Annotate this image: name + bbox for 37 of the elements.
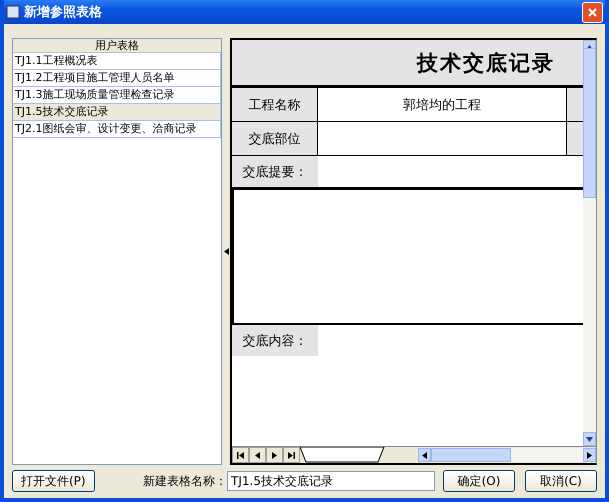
label-cell: 交底部位 — [232, 122, 318, 155]
list-item[interactable]: TJ1.2工程项目施工管理人员名单 — [13, 70, 221, 87]
last-sheet-button[interactable] — [283, 447, 300, 463]
close-button[interactable] — [582, 2, 603, 22]
cancel-button[interactable]: 取消(C) — [525, 470, 597, 492]
list-item[interactable]: TJ1.3施工现场质量管理检查记录 — [13, 87, 221, 104]
app-icon — [6, 5, 20, 19]
vertical-scrollbar[interactable] — [583, 40, 596, 446]
skip-to-end-icon — [288, 452, 295, 458]
list-header: 用户表格 — [13, 39, 221, 53]
skip-to-start-icon — [237, 452, 244, 458]
horizontal-scrollbar[interactable] — [418, 448, 596, 462]
close-icon — [588, 8, 597, 16]
previous-sheet-button[interactable] — [249, 447, 266, 463]
list-item[interactable]: TJ2.1图纸会审、设计变更、洽商记录 — [13, 121, 221, 138]
name-label: 新建表格名称： — [143, 472, 227, 490]
window-title: 新增参照表格 — [24, 4, 103, 21]
list-item[interactable]: TJ1.5技术交底记录 — [13, 104, 221, 121]
ok-button[interactable]: 确定(O) — [443, 470, 515, 492]
label-cell: 工程名称 — [232, 88, 318, 121]
sheet-title: 技术交底记录 — [232, 40, 583, 88]
down-arrow-icon — [586, 436, 593, 442]
scroll-thumb[interactable] — [431, 448, 511, 462]
list-item[interactable]: TJ1.1工程概况表 — [13, 53, 221, 70]
first-sheet-button[interactable] — [232, 447, 249, 463]
next-sheet-button[interactable] — [266, 447, 283, 463]
name-field[interactable]: TJ1.5技术交底记录 — [227, 471, 435, 491]
label-cell: 交底提要： — [232, 156, 318, 187]
label-cell — [567, 88, 583, 121]
left-triangle-icon — [254, 452, 261, 458]
label-cell: 交底内容： — [232, 325, 318, 356]
label-cell — [567, 122, 583, 155]
left-arrow-icon — [421, 452, 428, 458]
right-arrow-icon — [586, 452, 593, 458]
right-triangle-icon — [271, 452, 278, 458]
open-file-button[interactable]: 打开文件(P) — [12, 470, 95, 492]
scroll-thumb[interactable] — [583, 48, 596, 198]
